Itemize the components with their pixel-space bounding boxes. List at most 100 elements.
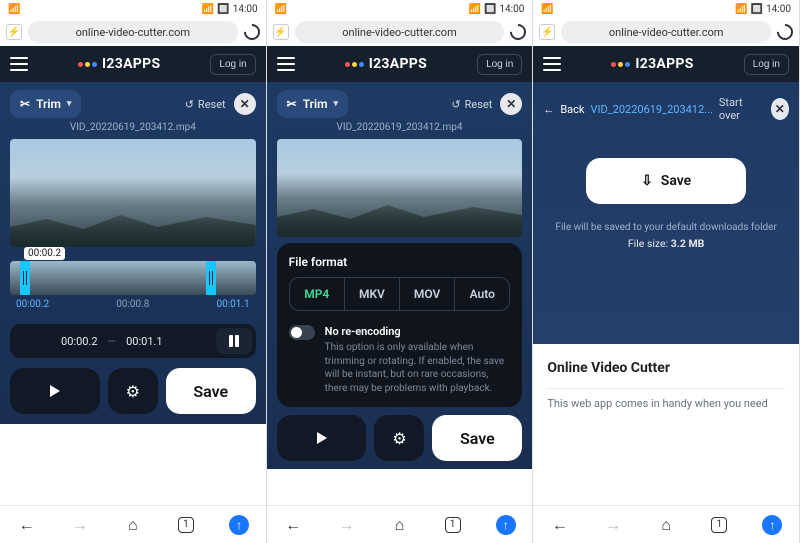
video-preview[interactable]	[277, 139, 523, 237]
format-mkv[interactable]: MKV	[345, 278, 400, 310]
back-arrow-icon[interactable]: ←	[543, 103, 554, 116]
url-field[interactable]: online-video-cutter.com	[28, 21, 238, 43]
login-button[interactable]: Log in	[477, 54, 522, 75]
browser-bottom-nav: ← → ⌂ 1 ↑	[267, 505, 533, 543]
login-button[interactable]: Log in	[744, 54, 789, 75]
filename-short: VID_20220619_203412...	[590, 103, 712, 116]
hamburger-icon[interactable]	[543, 57, 561, 71]
url-field[interactable]: online-video-cutter.com	[561, 21, 771, 43]
nav-back-icon[interactable]: ←	[550, 515, 570, 535]
nav-back-icon[interactable]: ←	[17, 515, 37, 535]
trim-handle-left[interactable]	[20, 261, 30, 295]
lightning-icon[interactable]: ⚡	[273, 24, 289, 40]
gear-icon: ⚙	[392, 429, 406, 448]
nav-home-icon[interactable]: ⌂	[123, 515, 143, 535]
article-title: Online Video Cutter	[547, 360, 785, 376]
brand-logo: I23APPS	[611, 56, 693, 72]
save-download-button[interactable]: ⇩ Save	[586, 158, 746, 204]
download-message: File will be saved to your default downl…	[543, 222, 789, 250]
toggle-desc: This option is only available when trimm…	[325, 341, 511, 395]
hamburger-icon[interactable]	[10, 57, 28, 71]
video-preview[interactable]	[10, 139, 256, 247]
app-header: I23APPS Log in	[267, 46, 533, 82]
play-icon	[50, 385, 60, 397]
chevron-down-icon: ▾	[334, 99, 339, 109]
format-mov[interactable]: MOV	[400, 278, 455, 310]
download-icon: ⇩	[641, 173, 653, 189]
lightning-icon[interactable]: ⚡	[6, 24, 22, 40]
trim-dropdown[interactable]: ✂ Trim ▾	[277, 90, 348, 118]
save-button[interactable]: Save	[166, 368, 256, 414]
format-title: File format	[289, 255, 511, 269]
reload-icon[interactable]	[240, 21, 263, 44]
reload-icon[interactable]	[774, 21, 797, 44]
reset-button[interactable]: ↺Reset	[451, 98, 492, 111]
trim-dropdown[interactable]: ✂ Trim ▾	[10, 90, 81, 118]
brand-logo: I23APPS	[78, 56, 160, 72]
format-sheet: File format MP4 MKV MOV Auto No re-encod…	[277, 243, 523, 407]
back-label[interactable]: Back	[560, 103, 584, 116]
format-auto[interactable]: Auto	[455, 278, 509, 310]
browser-url-bar: ⚡ online-video-cutter.com	[267, 18, 533, 46]
scissors-icon: ✂	[287, 97, 297, 111]
crop-icon	[227, 334, 241, 348]
settings-button[interactable]: ⚙	[374, 415, 424, 461]
reencode-toggle[interactable]	[289, 325, 315, 340]
scissors-icon: ✂	[20, 97, 30, 111]
trim-handle-right[interactable]	[206, 261, 216, 295]
play-button[interactable]	[277, 415, 367, 461]
filename-label: VID_20220619_203412.mp4	[10, 122, 256, 133]
start-over-button[interactable]: Start over	[719, 96, 759, 122]
timeline[interactable]	[10, 261, 256, 295]
hamburger-icon[interactable]	[277, 57, 295, 71]
format-mp4[interactable]: MP4	[290, 278, 345, 310]
range-start[interactable]: 00:00.2	[61, 335, 97, 348]
app-header: I23APPS Log in	[0, 46, 266, 82]
close-button[interactable]: ✕	[771, 98, 789, 120]
nav-up-button[interactable]: ↑	[762, 515, 782, 535]
lightning-icon[interactable]: ⚡	[539, 24, 555, 40]
status-bar: 📶 📶🔲14:00	[533, 0, 799, 18]
url-field[interactable]: online-video-cutter.com	[295, 21, 505, 43]
nav-forward-icon[interactable]: →	[603, 515, 623, 535]
range-end[interactable]: 00:01.1	[126, 335, 162, 348]
nav-tabs-button[interactable]: 1	[176, 515, 196, 535]
play-icon	[317, 432, 327, 444]
undo-icon: ↺	[185, 98, 194, 111]
reload-icon[interactable]	[507, 21, 530, 44]
play-button[interactable]	[10, 368, 100, 414]
nav-home-icon[interactable]: ⌂	[389, 515, 409, 535]
reset-button[interactable]: ↺ Reset	[185, 98, 226, 111]
crop-button[interactable]	[216, 328, 252, 354]
time-range-bar: 00:00.2 — 00:01.1	[10, 324, 256, 358]
login-button[interactable]: Log in	[210, 54, 255, 75]
nav-tabs-button[interactable]: 1	[443, 515, 463, 535]
article-section: Online Video Cutter This web app comes i…	[533, 344, 799, 494]
nav-up-button[interactable]: ↑	[229, 515, 249, 535]
status-bar: 📶 📶🔲14:00	[0, 0, 266, 18]
gear-icon: ⚙	[126, 382, 140, 401]
nav-forward-icon[interactable]: →	[70, 515, 90, 535]
browser-bottom-nav: ← → ⌂ 1 ↑	[0, 505, 266, 543]
toggle-title: No re-encoding	[325, 325, 511, 338]
browser-url-bar: ⚡ online-video-cutter.com	[0, 18, 266, 46]
format-options: MP4 MKV MOV Auto	[289, 277, 511, 311]
save-button[interactable]: Save	[432, 415, 522, 461]
article-body: This web app comes in handy when you nee…	[547, 388, 785, 410]
nav-forward-icon[interactable]: →	[336, 515, 356, 535]
brand-logo: I23APPS	[345, 56, 427, 72]
nav-home-icon[interactable]: ⌂	[656, 515, 676, 535]
time-tooltip: 00:00.2	[24, 247, 65, 260]
browser-bottom-nav: ← → ⌂ 1 ↑	[533, 505, 799, 543]
status-bar: 📶 📶🔲14:00	[267, 0, 533, 18]
app-header: I23APPS Log in	[533, 46, 799, 82]
nav-up-button[interactable]: ↑	[496, 515, 516, 535]
nav-tabs-button[interactable]: 1	[709, 515, 729, 535]
close-button[interactable]: ✕	[234, 93, 256, 115]
settings-button[interactable]: ⚙	[108, 368, 158, 414]
nav-back-icon[interactable]: ←	[283, 515, 303, 535]
close-button[interactable]: ✕	[500, 93, 522, 115]
timeline-labels: 00:00.2 00:00.8 00:01.1	[10, 299, 256, 310]
browser-url-bar: ⚡ online-video-cutter.com	[533, 18, 799, 46]
undo-icon: ↺	[451, 98, 460, 111]
